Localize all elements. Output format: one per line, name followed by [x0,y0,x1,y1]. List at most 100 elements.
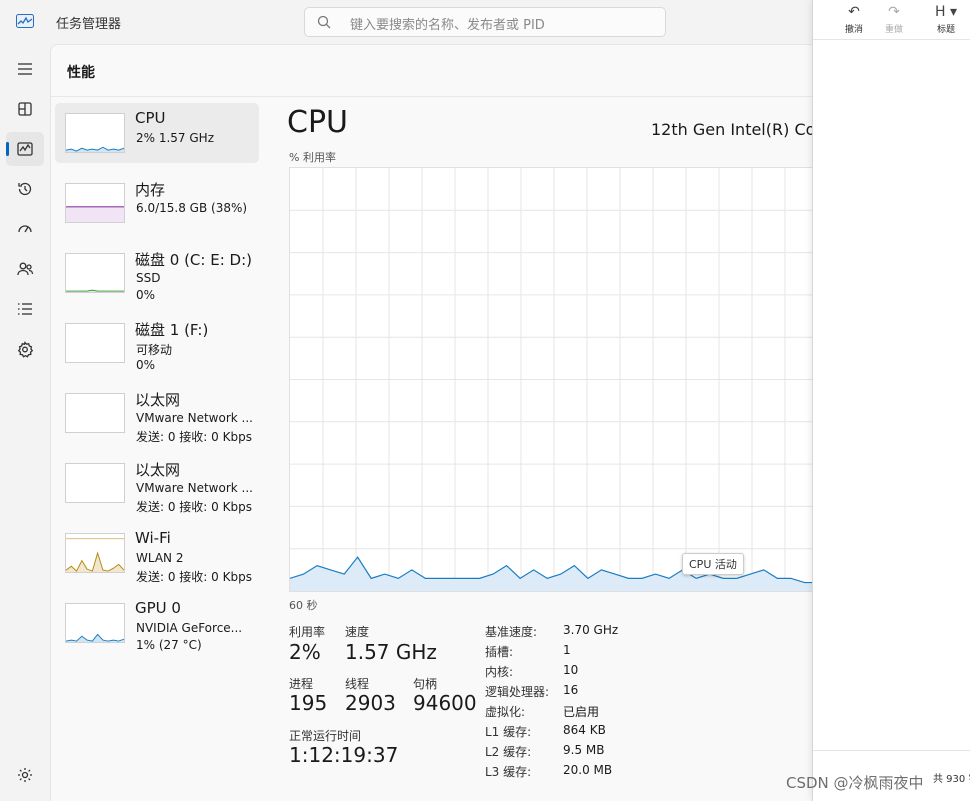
resource-thumbnail [65,603,125,643]
resource-item-cpu[interactable]: CPU 2% 1.57 GHz [55,103,259,163]
resource-name: 以太网 [135,461,181,479]
resource-name: 磁盘 0 (C: E: D:) [135,251,252,269]
resource-name: 内存 [135,181,166,199]
resource-item-disk-0[interactable]: 磁盘 0 (C: E: D:) SSD 0% [55,243,259,313]
resource-item-wifi[interactable]: Wi-Fi WLAN 2 发送: 0 接收: 0 Kbps [55,523,259,593]
resource-list: CPU 2% 1.57 GHz 内存 6.0/15.8 GB (38%) 磁盘 … [55,103,259,663]
utilization-axis-label: % 利用率 [289,151,336,164]
spec-value: 已启用 [563,705,600,719]
spec-label: 基准速度: [485,625,538,639]
cpu-model-name: 12th Gen Intel(R) Cor [651,120,812,139]
spec-label: 虚拟化: [485,705,526,719]
spec-value: 3.70 GHz [563,623,619,637]
page-header: 性能 [51,45,812,97]
spec-value: 9.5 MB [563,743,605,757]
cpu-utilization-graph [289,167,812,592]
speed-label: 速度 [345,625,370,639]
resource-usage: 0% [136,288,156,302]
undo-button[interactable]: ↶ 撤消 [839,4,869,35]
resource-thumbnail [65,533,125,573]
resource-thumbnail [65,183,125,223]
editor-toolbar: ↶ 撤消 ↷ 重做 H ▾ 标题 [813,0,970,40]
heading-button[interactable]: H ▾ 标题 [931,4,961,35]
handles-label: 句柄 [413,677,438,691]
resource-detail: WLAN 2 [136,551,184,565]
word-count: 共 930 字 [933,774,970,785]
spec-label: L3 缓存: [485,765,532,779]
resource-usage: 发送: 0 接收: 0 Kbps [136,430,252,444]
spec-value: 20.0 MB [563,763,613,777]
startup-apps-icon [18,225,32,233]
main-content: 性能 CPU 2% 1.57 GHz 内存 6.0/15.8 GB (38%) … [50,44,812,801]
menu-icon [18,63,32,75]
detail-title: CPU [287,105,348,140]
hamburger-menu-button[interactable] [6,52,44,86]
nav-details[interactable] [6,292,44,326]
nav-rail [0,44,50,801]
resource-name: GPU 0 [135,599,181,617]
title-bar: 任务管理器 键入要搜索的名称、发布者或 PID [0,0,812,44]
undo-label: 撤消 [844,25,863,35]
time-axis-label: 60 秒 [289,599,318,612]
resource-detail: VMware Network ... [136,411,253,425]
page-title: 性能 [67,65,95,81]
nav-services[interactable] [6,332,44,366]
resource-item-disk-1[interactable]: 磁盘 1 (F:) 可移动 0% [55,313,259,383]
task-manager-app-icon [16,14,34,28]
spec-label: L2 缓存: [485,745,532,759]
resource-item-memory[interactable]: 内存 6.0/15.8 GB (38%) [55,173,259,243]
heading-label: 标题 [936,25,955,35]
memory-fill [66,206,124,222]
nav-startup-apps[interactable] [6,212,44,246]
resource-usage: 发送: 0 接收: 0 Kbps [136,570,252,584]
details-icon [18,303,32,315]
utilization-label: 利用率 [289,625,326,639]
resource-name: Wi-Fi [135,529,171,547]
spec-value: 1 [563,643,571,657]
resource-thumbnail [65,323,125,363]
uptime-value: 1:12:19:37 [289,743,399,767]
resource-detail: 可移动 [136,343,173,357]
resource-usage: 发送: 0 接收: 0 Kbps [136,500,252,514]
resource-detail: NVIDIA GeForce... [136,621,243,635]
resource-thumbnail [65,253,125,293]
resource-usage: 0% [136,358,156,372]
nav-users[interactable] [6,252,44,286]
performance-icon [17,142,33,156]
resource-item-ethernet-2[interactable]: 以太网 VMware Network ... 发送: 0 接收: 0 Kbps [55,453,259,523]
processes-icon [18,102,32,116]
app-title: 任务管理器 [56,17,122,32]
app-history-icon [18,182,32,196]
handles-value: 94600 [413,691,477,715]
undo-icon: ↶ [848,4,860,20]
threads-value: 2903 [345,691,396,715]
resource-item-gpu-0[interactable]: GPU 0 NVIDIA GeForce... 1% (27 °C) [55,593,259,663]
nav-processes[interactable] [6,92,44,126]
nav-settings[interactable] [6,758,44,792]
spec-label: 插槽: [485,645,514,659]
thumb-line [66,289,124,292]
resource-thumbnail [65,463,125,503]
resource-detail: SSD [136,271,161,285]
resource-item-ethernet-1[interactable]: 以太网 VMware Network ... 发送: 0 接收: 0 Kbps [55,383,259,453]
processes-value: 195 [289,691,328,715]
spec-value: 10 [563,663,579,677]
redo-button[interactable]: ↷ 重做 [879,4,909,35]
search-box[interactable]: 键入要搜索的名称、发布者或 PID [304,7,666,37]
nav-performance[interactable] [6,132,44,166]
spec-label: 逻辑处理器: [485,685,550,699]
editor-side-panel: ↶ 撤消 ↷ 重做 H ▾ 标题 共 930 字 [812,0,970,801]
cpu-activity-tooltip: CPU 活动 [682,553,744,575]
search-icon [317,15,331,29]
processes-label: 进程 [289,677,314,691]
search-placeholder: 键入要搜索的名称、发布者或 PID [350,18,545,33]
spec-label: L1 缓存: [485,725,532,739]
users-icon [17,262,34,276]
threads-label: 线程 [345,677,370,691]
spec-label: 内核: [485,665,514,679]
nav-app-history[interactable] [6,172,44,206]
resource-name: 磁盘 1 (F:) [135,321,209,339]
services-icon [17,341,34,358]
settings-icon [18,768,32,782]
redo-icon: ↷ [888,4,900,20]
